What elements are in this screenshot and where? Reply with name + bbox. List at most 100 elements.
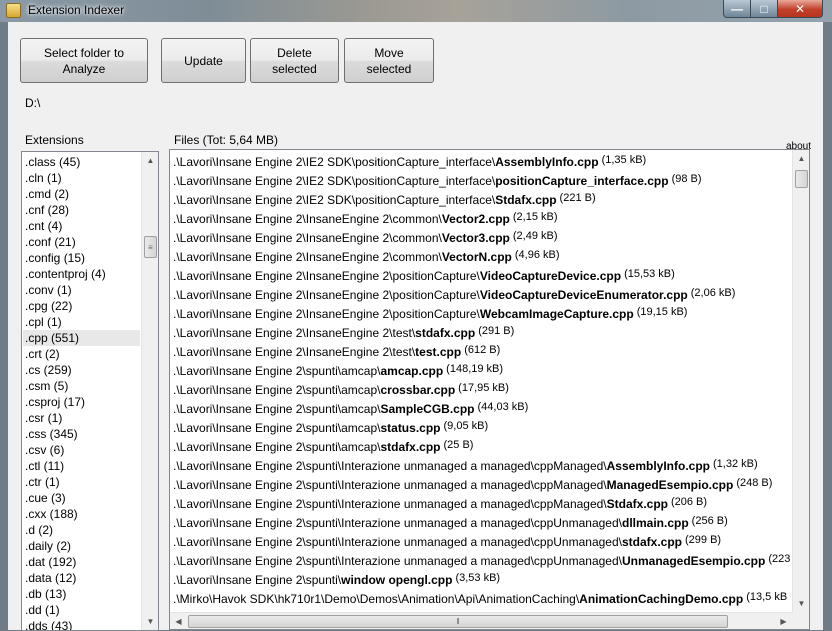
scroll-up-arrow-icon[interactable]: ▲ bbox=[793, 150, 809, 167]
file-path: .\Lavori\Insane Engine 2\spunti\amcap\ bbox=[173, 364, 381, 378]
file-size: (299 B) bbox=[685, 534, 722, 546]
file-path: .\Lavori\Insane Engine 2\spunti\Interazi… bbox=[173, 535, 622, 549]
extension-item[interactable]: .cxx (188) bbox=[23, 506, 140, 522]
file-row[interactable]: .\Lavori\Insane Engine 2\InsaneEngine 2\… bbox=[173, 208, 791, 227]
scroll-down-arrow-icon[interactable]: ▼ bbox=[793, 595, 809, 612]
extension-item[interactable]: .cpp (551) bbox=[23, 330, 140, 346]
extension-item[interactable]: .contentproj (4) bbox=[23, 266, 140, 282]
file-name: AssemblyInfo.cpp bbox=[495, 155, 599, 169]
extensions-list[interactable]: .class (45) .cln (1) .cmd (2) .cnf (28) .cnt… bbox=[21, 151, 159, 631]
scroll-down-arrow-icon[interactable]: ▼ bbox=[142, 613, 158, 630]
extension-item[interactable]: .cs (259) bbox=[23, 362, 140, 378]
close-button[interactable]: ✕ bbox=[777, 0, 823, 18]
file-name: AssemblyInfo.cpp bbox=[606, 459, 710, 473]
file-path: .\Lavori\Insane Engine 2\IE2 SDK\positio… bbox=[173, 155, 496, 169]
file-row[interactable]: .\Lavori\Insane Engine 2\spunti\amcap\Sa… bbox=[173, 398, 791, 417]
update-button[interactable]: Update bbox=[161, 38, 246, 83]
file-row[interactable]: .\Lavori\Insane Engine 2\spunti\Interazi… bbox=[173, 455, 791, 474]
file-row[interactable]: .\Lavori\Insane Engine 2\spunti\amcap\st… bbox=[173, 417, 791, 436]
extension-item[interactable]: .cue (3) bbox=[23, 490, 140, 506]
file-size: (256 B) bbox=[691, 515, 728, 527]
file-path: .\Lavori\Insane Engine 2\InsaneEngine 2\… bbox=[173, 345, 416, 359]
file-name: dllmain.cpp bbox=[621, 516, 689, 530]
scroll-up-arrow-icon[interactable]: ▲ bbox=[142, 152, 158, 169]
extensions-label: Extensions bbox=[25, 133, 84, 147]
scroll-left-arrow-icon[interactable]: ◀ bbox=[170, 613, 187, 629]
file-row[interactable]: .\Lavori\Insane Engine 2\InsaneEngine 2\… bbox=[173, 341, 791, 360]
extension-item[interactable]: .class (45) bbox=[23, 154, 140, 170]
file-name: status.cpp bbox=[380, 421, 441, 435]
extension-item[interactable]: .csv (6) bbox=[23, 442, 140, 458]
files-vertical-scrollbar[interactable]: ▲ ▼ bbox=[792, 150, 809, 612]
main-window: Select folder to Analyze Update Delete s… bbox=[8, 22, 823, 631]
folder-path: D:\ bbox=[25, 96, 41, 110]
extension-item[interactable]: .cpg (22) bbox=[23, 298, 140, 314]
move-selected-button[interactable]: Move selected bbox=[344, 38, 434, 83]
extension-item[interactable]: .crt (2) bbox=[23, 346, 140, 362]
files-list[interactable]: .\Lavori\Insane Engine 2\IE2 SDK\positio… bbox=[169, 149, 810, 630]
file-row[interactable]: .\Lavori\Insane Engine 2\InsaneEngine 2\… bbox=[173, 265, 791, 284]
extension-item[interactable]: .conv (1) bbox=[23, 282, 140, 298]
file-name: positionCapture_interface.cpp bbox=[495, 174, 669, 188]
file-row[interactable]: .\Lavori\Insane Engine 2\spunti\amcap\st… bbox=[173, 436, 791, 455]
file-row[interactable]: .\Lavori\Insane Engine 2\InsaneEngine 2\… bbox=[173, 284, 791, 303]
extension-item[interactable]: .conf (21) bbox=[23, 234, 140, 250]
files-label: Files (Tot: 5,64 MB) bbox=[174, 133, 279, 147]
extension-item[interactable]: .csr (1) bbox=[23, 410, 140, 426]
file-row[interactable]: .\Lavori\Insane Engine 2\IE2 SDK\positio… bbox=[173, 151, 791, 170]
extension-item[interactable]: .d (2) bbox=[23, 522, 140, 538]
extension-item[interactable]: .dat (192) bbox=[23, 554, 140, 570]
scroll-thumb[interactable] bbox=[795, 170, 808, 188]
select-folder-button[interactable]: Select folder to Analyze bbox=[20, 38, 148, 83]
file-row[interactable]: .\Lavori\Insane Engine 2\spunti\Interazi… bbox=[173, 550, 791, 569]
file-name: Stdafx.cpp bbox=[606, 497, 668, 511]
extension-item[interactable]: .css (345) bbox=[23, 426, 140, 442]
file-name: AnimationCachingDemo.cpp bbox=[579, 592, 744, 606]
extensions-vertical-scrollbar[interactable]: ▲ ≡ ▼ bbox=[141, 152, 158, 630]
maximize-button[interactable]: □ bbox=[750, 0, 778, 18]
file-row[interactable]: .\Lavori\Insane Engine 2\InsaneEngine 2\… bbox=[173, 227, 791, 246]
title-bar[interactable]: Extension Indexer — □ ✕ bbox=[0, 0, 832, 22]
scroll-thumb[interactable]: ≡ bbox=[144, 236, 157, 258]
app-icon bbox=[6, 3, 21, 18]
file-path: .\Lavori\Insane Engine 2\spunti\Interazi… bbox=[173, 478, 607, 492]
file-row[interactable]: .\Lavori\Insane Engine 2\spunti\amcap\am… bbox=[173, 360, 791, 379]
file-row[interactable]: .\Lavori\Insane Engine 2\IE2 SDK\positio… bbox=[173, 170, 791, 189]
file-row[interactable]: .\Lavori\Insane Engine 2\IE2 SDK\positio… bbox=[173, 189, 791, 208]
file-size: (1,32 kB) bbox=[713, 458, 758, 470]
extension-item[interactable]: .db (13) bbox=[23, 586, 140, 602]
extension-item[interactable]: .cnf (28) bbox=[23, 202, 140, 218]
extension-item[interactable]: .ctl (11) bbox=[23, 458, 140, 474]
scroll-right-arrow-icon[interactable]: ▶ bbox=[775, 613, 792, 629]
scroll-thumb[interactable]: ‖ bbox=[188, 615, 728, 628]
extension-item[interactable]: .cln (1) bbox=[23, 170, 140, 186]
file-name: amcap.cpp bbox=[380, 364, 444, 378]
file-row[interactable]: .\Lavori\Insane Engine 2\spunti\Interazi… bbox=[173, 474, 791, 493]
file-size: (2,15 kB) bbox=[512, 211, 558, 223]
extension-item[interactable]: .csproj (17) bbox=[23, 394, 140, 410]
file-row[interactable]: .\Lavori\Insane Engine 2\spunti\Interazi… bbox=[173, 531, 791, 550]
file-row[interactable]: .\Mirko\Havok SDK\hk710r1\Demo\Demos\Ani… bbox=[173, 588, 791, 607]
file-size: (2,49 kB) bbox=[512, 230, 558, 242]
file-row[interactable]: .\Lavori\Insane Engine 2\spunti\window o… bbox=[173, 569, 791, 588]
file-row[interactable]: .\Lavori\Insane Engine 2\InsaneEngine 2\… bbox=[173, 246, 791, 265]
extension-item[interactable]: .dd (1) bbox=[23, 602, 140, 618]
extension-item[interactable]: .ctr (1) bbox=[23, 474, 140, 490]
minimize-button[interactable]: — bbox=[723, 0, 751, 18]
file-row[interactable]: .\Lavori\Insane Engine 2\spunti\amcap\cr… bbox=[173, 379, 791, 398]
delete-selected-button[interactable]: Delete selected bbox=[250, 38, 339, 83]
file-row[interactable]: .\Lavori\Insane Engine 2\spunti\Interazi… bbox=[173, 493, 791, 512]
file-row[interactable]: .\Lavori\Insane Engine 2\spunti\Interazi… bbox=[173, 512, 791, 531]
extension-item[interactable]: .config (15) bbox=[23, 250, 140, 266]
extension-item[interactable]: .cnt (4) bbox=[23, 218, 140, 234]
extension-item[interactable]: .cpl (1) bbox=[23, 314, 140, 330]
file-row[interactable]: .\Lavori\Insane Engine 2\InsaneEngine 2\… bbox=[173, 322, 791, 341]
file-path: .\Lavori\Insane Engine 2\spunti\Interazi… bbox=[173, 459, 607, 473]
file-row[interactable]: .\Lavori\Insane Engine 2\InsaneEngine 2\… bbox=[173, 303, 791, 322]
extension-item[interactable]: .daily (2) bbox=[23, 538, 140, 554]
extension-item[interactable]: .data (12) bbox=[23, 570, 140, 586]
extension-item[interactable]: .csm (5) bbox=[23, 378, 140, 394]
extension-item[interactable]: .dds (43) bbox=[23, 618, 140, 630]
extension-item[interactable]: .cmd (2) bbox=[23, 186, 140, 202]
files-horizontal-scrollbar[interactable]: ◀ ‖ ▶ bbox=[170, 612, 792, 629]
